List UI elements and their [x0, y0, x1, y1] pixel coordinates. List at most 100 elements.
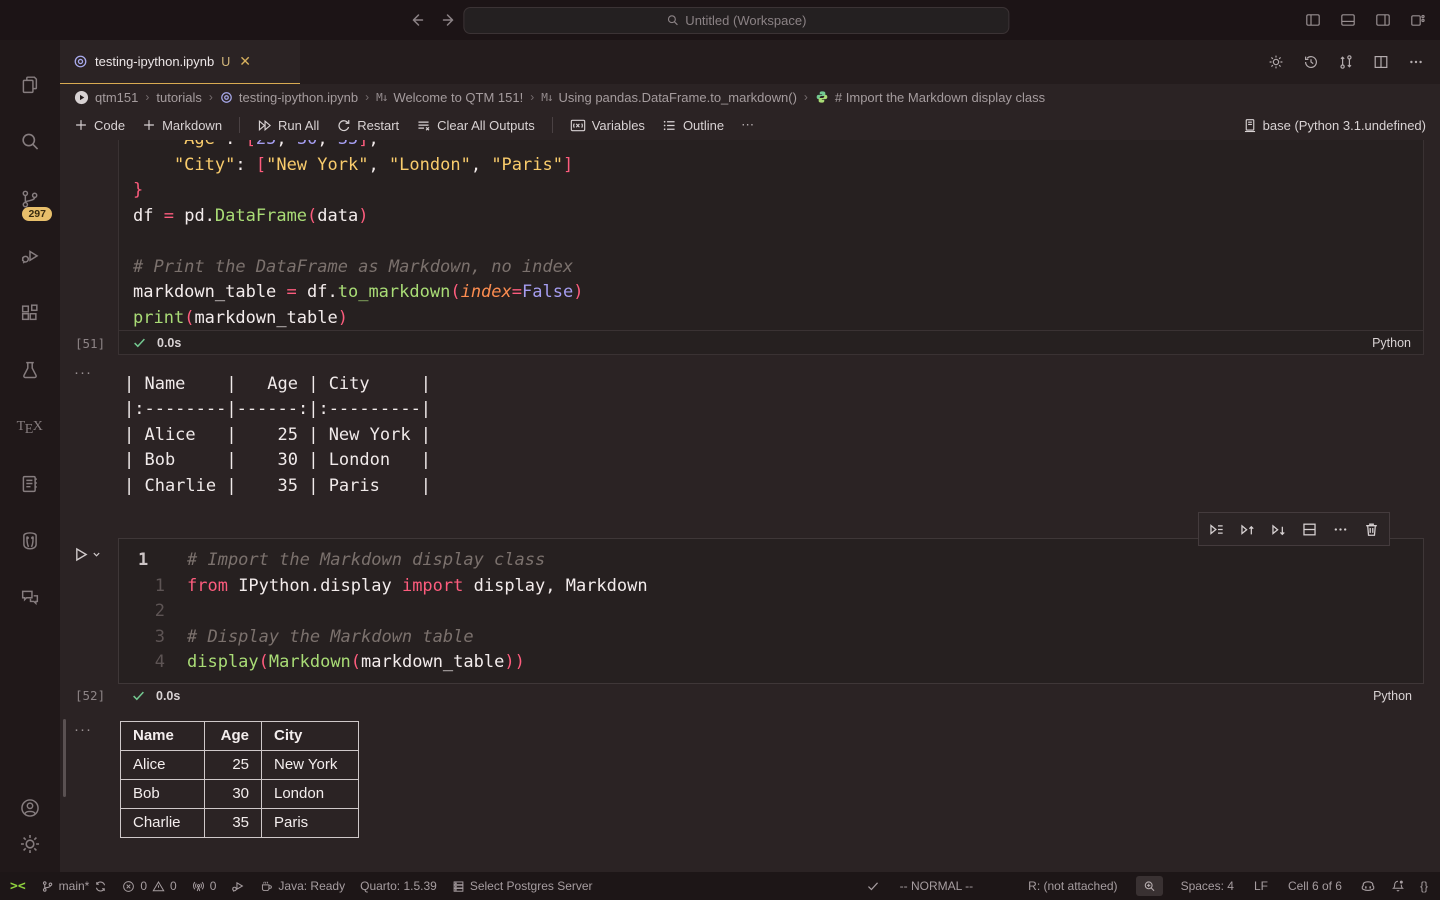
code-token: "City" [133, 155, 235, 175]
clear-all-outputs-button[interactable]: Clear All Outputs [416, 118, 535, 133]
code-line[interactable]: "Age": [25, 30, 35], [133, 140, 1423, 153]
nav-back-icon[interactable] [408, 12, 424, 28]
code-line[interactable]: df = pd.DataFrame(data) [133, 204, 1423, 230]
code-line[interactable]: 3# Display the Markdown table [119, 625, 1423, 651]
add-markdown-cell-button[interactable]: Markdown [142, 118, 222, 133]
sidebar-item-run-debug[interactable] [6, 227, 54, 284]
toolbar-more-icon[interactable]: ⋯ [741, 117, 755, 133]
cell-1-editor[interactable]: "Age": [25, 30, 35], "City": ["New York"… [118, 140, 1424, 331]
history-icon[interactable] [1303, 54, 1319, 70]
kernel-picker[interactable]: base (Python 3.1.undefined) [1243, 118, 1426, 133]
code-line[interactable]: 4display(Markdown(markdown_table)) [119, 650, 1423, 676]
code-token: # Display the Markdown table [187, 627, 474, 647]
breadcrumb-item[interactable]: qtm151 [95, 90, 138, 105]
braces-indicator[interactable]: {} [1420, 879, 1428, 893]
quarto-status-item[interactable]: Quarto: 1.5.39 [360, 879, 437, 893]
vim-mode-indicator[interactable]: -- NORMAL -- [900, 879, 974, 893]
sidebar-item-explorer[interactable] [6, 56, 54, 113]
add-code-cell-button[interactable]: Code [74, 118, 125, 133]
breadcrumb-item[interactable]: # Import the Markdown display class [835, 90, 1045, 105]
code-token: index [461, 282, 512, 302]
sidebar-item-search[interactable] [6, 113, 54, 170]
code-text [175, 599, 197, 625]
code-line[interactable]: 2 [119, 599, 1423, 625]
code-token: display, Markdown [463, 576, 647, 596]
code-line[interactable]: # Print the DataFrame as Markdown, no in… [133, 255, 1423, 281]
code-line[interactable]: 1# Import the Markdown display class [119, 548, 1423, 574]
notebook-settings-icon[interactable] [1268, 54, 1284, 70]
cell-position-item[interactable]: Cell 6 of 6 [1288, 879, 1342, 893]
output-options-icon[interactable]: ··· [60, 368, 118, 378]
settings-button[interactable] [6, 826, 54, 862]
notebook-icon [19, 473, 41, 495]
toggle-primary-sidebar-icon[interactable] [1305, 12, 1321, 28]
sidebar-item-latex[interactable]: TEX [6, 398, 54, 455]
output-options-icon[interactable]: ··· [60, 717, 118, 735]
problems-item[interactable]: 0 0 [122, 879, 176, 893]
outline-button[interactable]: Outline [662, 118, 724, 133]
split-editor-icon[interactable] [1373, 54, 1389, 70]
customize-layout-icon[interactable] [1410, 12, 1426, 28]
close-icon[interactable]: ✕ [239, 53, 251, 70]
code-token: ( [184, 308, 194, 328]
code-line[interactable] [133, 229, 1423, 255]
remote-indicator[interactable]: >< [10, 879, 26, 894]
execute-cell-and-below-icon[interactable] [1263, 514, 1294, 544]
sidebar-item-testing[interactable] [6, 341, 54, 398]
command-center[interactable]: Untitled (Workspace) [463, 7, 1009, 34]
code-line[interactable]: markdown_table = df.to_markdown(index=Fa… [133, 280, 1423, 306]
cell-focus-indicator[interactable] [63, 719, 66, 797]
debug-status-icon[interactable] [231, 879, 245, 893]
eol-item[interactable]: LF [1254, 879, 1268, 893]
variables-button[interactable]: Variables [570, 118, 645, 133]
toggle-secondary-sidebar-icon[interactable] [1375, 12, 1391, 28]
sidebar-item-postgresql[interactable] [6, 512, 54, 569]
breadcrumb-item[interactable]: tutorials [156, 90, 202, 105]
code-line[interactable]: print(markdown_table) [133, 306, 1423, 332]
zoom-indicator-button[interactable] [1136, 876, 1163, 896]
more-actions-icon[interactable] [1408, 54, 1424, 70]
notifications-bell-icon[interactable] [1391, 879, 1405, 893]
sidebar-item-comments[interactable] [6, 569, 54, 626]
cell-more-actions-icon[interactable] [1325, 514, 1356, 544]
sidebar-item-source-control[interactable]: 297 [6, 170, 54, 227]
toggle-panel-icon[interactable] [1340, 12, 1356, 28]
run-cell-button[interactable] [60, 538, 118, 563]
cell-language[interactable]: Python [1373, 689, 1424, 703]
sidebar-item-extensions[interactable] [6, 284, 54, 341]
cell-language[interactable]: Python [1372, 336, 1423, 350]
postgres-status-item[interactable]: Select Postgres Server [452, 879, 593, 893]
nav-forward-icon[interactable] [442, 12, 458, 28]
tab-testing-ipython[interactable]: testing-ipython.ipynb U ✕ [60, 40, 300, 84]
sidebar-item-notebook[interactable] [6, 455, 54, 512]
cell-2-editor[interactable]: 1# Import the Markdown display class1fro… [118, 538, 1424, 684]
code-cell-2[interactable]: 1# Import the Markdown display class1fro… [60, 538, 1424, 684]
code-token: df [133, 206, 164, 226]
run-circle-icon[interactable] [74, 90, 89, 105]
compare-changes-icon[interactable] [1338, 54, 1354, 70]
code-token: = [164, 206, 174, 226]
breadcrumb-item[interactable]: testing-ipython.ipynb [239, 90, 358, 105]
code-token: "New York" [266, 155, 368, 175]
r-status-item[interactable]: R: (not attached) [1028, 879, 1117, 893]
indentation-item[interactable]: Spaces: 4 [1181, 879, 1234, 893]
run-all-button[interactable]: Run All [257, 118, 319, 133]
code-line[interactable]: "City": ["New York", "London", "Paris"] [133, 153, 1423, 179]
execute-above-cells-icon[interactable] [1232, 514, 1263, 544]
copilot-icon[interactable] [1360, 879, 1376, 894]
breadcrumb-item[interactable]: Welcome to QTM 151! [393, 90, 523, 105]
ports-item[interactable]: 0 [192, 879, 217, 893]
code-line[interactable]: } [133, 178, 1423, 204]
code-cell-1[interactable]: "Age": [25, 30, 35], "City": ["New York"… [60, 140, 1424, 331]
execute-by-line-icon[interactable] [1201, 514, 1232, 544]
git-branch-item[interactable]: main* [41, 879, 108, 893]
code-line[interactable]: 1from IPython.display import display, Ma… [119, 574, 1423, 600]
account-button[interactable] [6, 790, 54, 826]
delete-cell-icon[interactable] [1356, 514, 1387, 544]
format-check-icon[interactable] [866, 879, 880, 893]
breadcrumb-item[interactable]: Using pandas.DataFrame.to_markdown() [558, 90, 796, 105]
java-status-item[interactable]: Java: Ready [260, 879, 345, 893]
split-cell-icon[interactable] [1294, 514, 1325, 544]
restart-kernel-button[interactable]: Restart [336, 118, 399, 133]
code-token: df. [297, 282, 338, 302]
